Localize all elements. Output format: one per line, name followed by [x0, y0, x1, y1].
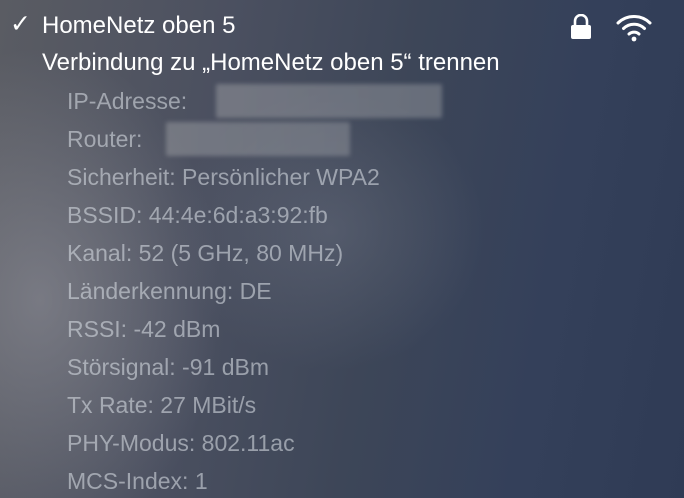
checkmark-icon: ✓ [10, 10, 31, 38]
network-item-homenetz[interactable]: ✓ HomeNetz oben 5 [0, 4, 684, 44]
disconnect-label: Verbindung zu „HomeNetz oben 5“ trennen [42, 49, 500, 76]
disconnect-menu-item[interactable]: Verbindung zu „HomeNetz oben 5“ trennen [0, 46, 684, 80]
country-code-info: Länderkennung: DE [67, 278, 272, 304]
router-redacted [166, 122, 350, 156]
rssi-info: RSSI: -42 dBm [67, 316, 221, 342]
security-info: Sicherheit: Persönlicher WPA2 [67, 164, 380, 190]
network-name: HomeNetz oben 5 [42, 12, 236, 39]
tx-rate-info: Tx Rate: 27 MBit/s [67, 392, 257, 418]
ip-address-redacted [216, 84, 442, 118]
noise-info: Störsignal: -91 dBm [67, 354, 269, 380]
ip-address-label: IP-Adresse: [67, 88, 188, 114]
wifi-icon [616, 15, 652, 42]
phy-mode-info: PHY-Modus: 802.11ac [67, 430, 295, 456]
bssid-info: BSSID: 44:4e:6d:a3:92:fb [67, 202, 328, 228]
wifi-network-menu: ✓ HomeNetz oben 5 Verbindung zu „HomeNet… [0, 0, 684, 498]
router-label: Router: [67, 126, 143, 152]
mcs-index-info: MCS-Index: 1 [67, 468, 208, 494]
lock-icon [571, 14, 591, 39]
channel-info: Kanal: 52 (5 GHz, 80 MHz) [67, 240, 344, 266]
